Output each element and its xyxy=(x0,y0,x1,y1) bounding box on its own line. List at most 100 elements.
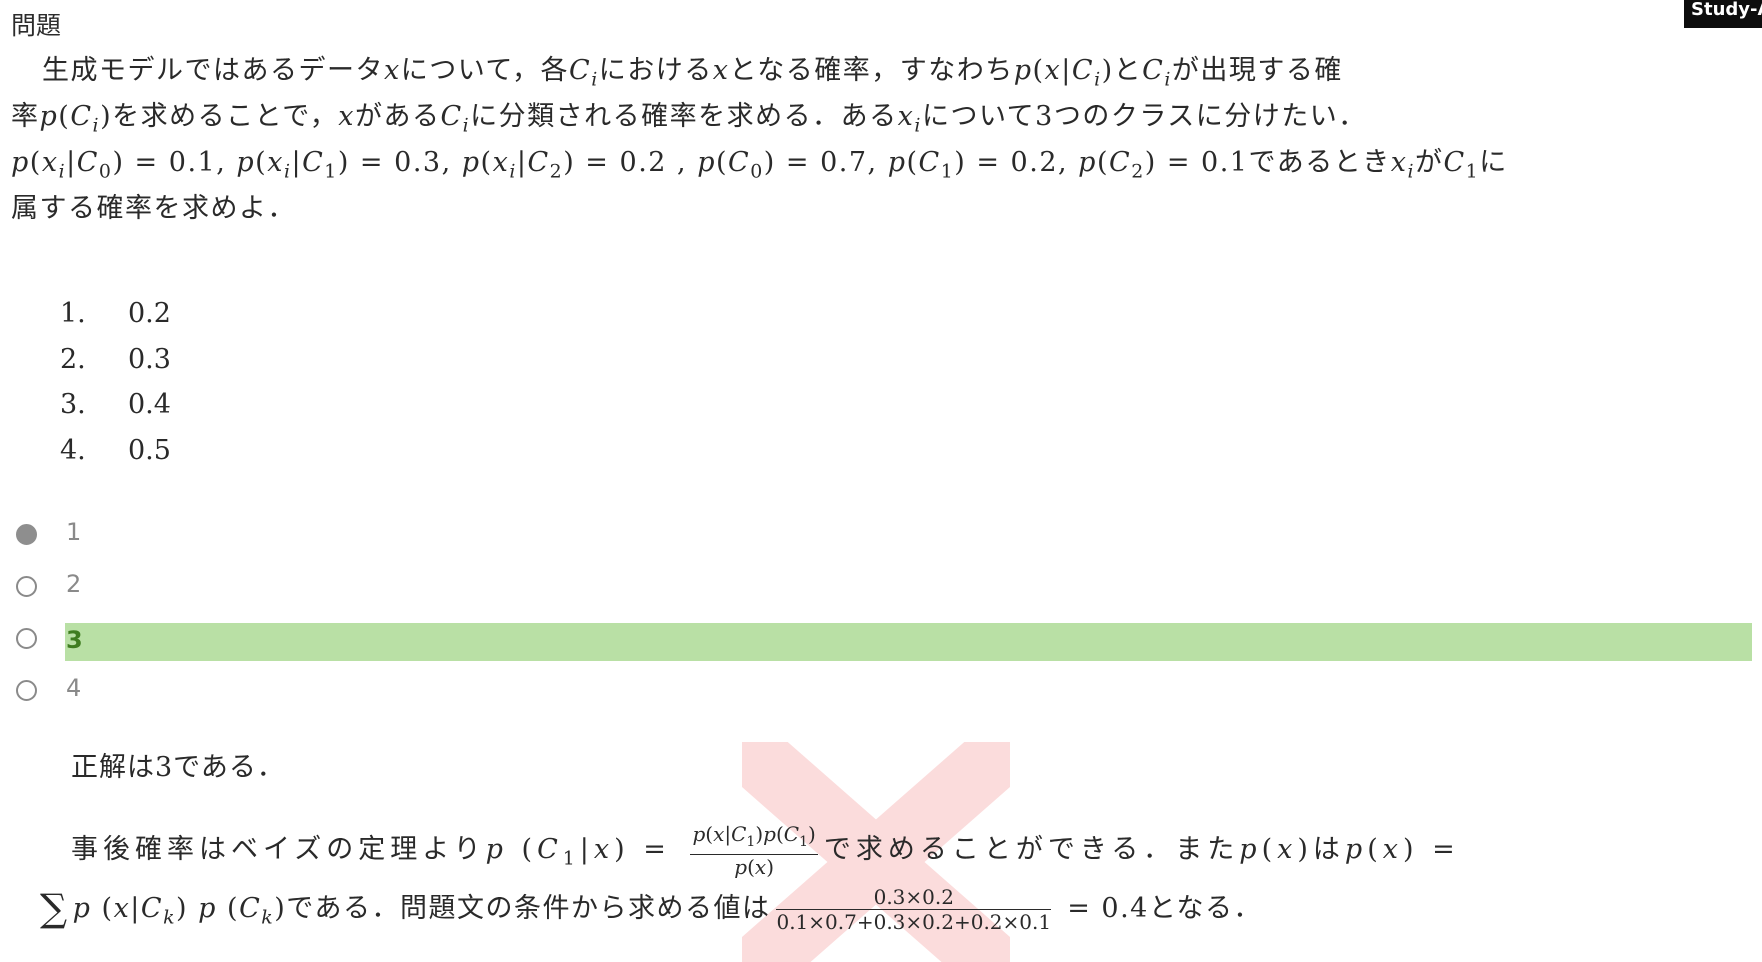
radio-button[interactable] xyxy=(16,680,37,701)
radio-button[interactable] xyxy=(16,628,37,649)
math-variable: C xyxy=(76,147,99,178)
text-run: ( xyxy=(58,101,71,132)
option-item: 2. 0.3 xyxy=(60,338,171,384)
text-run: ( xyxy=(91,893,114,924)
text-run: p (x|Ck) p (Ck)である．問題文の条件から求める値は xyxy=(73,893,771,928)
answer-choices: 1 2 3 4 xyxy=(0,510,1762,718)
math-variable: x xyxy=(492,147,510,178)
text-run: が xyxy=(1415,147,1444,178)
math-subscript: k xyxy=(261,906,275,929)
page-heading: 問題 xyxy=(11,11,62,40)
text-run: | xyxy=(1061,55,1072,86)
text-run: | xyxy=(291,147,303,178)
option-number: 3. xyxy=(60,389,86,420)
math-variable: x xyxy=(754,855,767,879)
choice-4[interactable]: 4 xyxy=(0,666,1762,718)
math-variable: p xyxy=(887,147,907,178)
text-run: 事後確率はベイズの定理よりp (C1|x) = xyxy=(71,834,685,869)
text-run: について，各 xyxy=(400,55,570,86)
math-variable: C xyxy=(783,822,800,846)
math-subscript: 2 xyxy=(549,160,564,183)
math-variable: p xyxy=(697,147,716,178)
correct-highlight xyxy=(65,623,1752,661)
text-run: ( xyxy=(255,147,268,178)
math-subscript: i xyxy=(283,160,292,183)
math-subscript: k xyxy=(163,906,177,929)
choice-3[interactable]: 3 xyxy=(0,614,1762,666)
math-variable: p xyxy=(11,147,30,178)
option-number: 2. xyxy=(60,343,86,375)
fraction-denominator: 0.1×0.7+0.3×0.2+0.2×0.1 xyxy=(776,910,1052,934)
question-text: 生成モデルではあるデータxについて，各Ciにおけるxとなる確率，すなわちp(x|… xyxy=(11,48,1506,232)
text-run: ) = 0.7, xyxy=(763,147,888,178)
math-subscript: i xyxy=(1094,68,1102,91)
math-variable: C xyxy=(728,147,751,178)
math-variable: x xyxy=(1044,55,1062,86)
fraction: 0.3×0.2 0.1×0.7+0.3×0.2+0.2×0.1 xyxy=(776,885,1052,934)
choice-label: 3 xyxy=(66,626,83,654)
choice-1[interactable]: 1 xyxy=(0,510,1762,562)
math-subscript: 1 xyxy=(562,847,580,870)
math-subscript: i xyxy=(1164,68,1172,91)
math-variable: p xyxy=(763,822,776,846)
math-variable: x xyxy=(713,822,725,846)
math-subscript: 2 xyxy=(1131,160,1145,183)
math-variable: p xyxy=(39,101,59,132)
option-value: 0.2 xyxy=(128,298,171,329)
math-variable: x xyxy=(267,147,284,178)
text-run: | xyxy=(66,147,77,178)
math-variable: x xyxy=(384,55,401,86)
math-subscript: 1 xyxy=(799,834,809,850)
text-run: について3つのクラスに分けたい． xyxy=(921,101,1367,132)
text-run: ) = xyxy=(1403,834,1460,865)
text-run: ( xyxy=(216,893,240,924)
math-variable: x xyxy=(897,101,915,132)
text-run: ( xyxy=(1032,55,1045,86)
text-run: ) = 0.1であるとき xyxy=(1144,147,1391,178)
explanation-line: 事後確率はベイズの定理よりp (C1|x) = p(x|C1)p(C1) p(x)… xyxy=(71,822,1460,882)
text-run: ) xyxy=(755,822,764,846)
text-run: 率 xyxy=(11,101,40,132)
text-run: ( xyxy=(1367,834,1383,865)
option-item: 3. 0.4 xyxy=(60,383,171,429)
math-variable: C xyxy=(731,822,747,846)
math-variable: C xyxy=(527,147,550,178)
math-variable: C xyxy=(1071,55,1095,86)
option-number: 1. xyxy=(60,298,86,329)
text-run: ) = xyxy=(614,834,685,865)
math-variable: p xyxy=(1239,834,1262,865)
text-run: ( xyxy=(906,147,919,178)
radio-button[interactable] xyxy=(16,524,37,545)
math-subscript: 0 xyxy=(750,160,764,183)
math-variable: C xyxy=(918,147,941,178)
math-subscript: i xyxy=(1407,160,1415,183)
question-line: 属する確率を求めよ． xyxy=(11,186,1481,232)
math-variable: C xyxy=(440,101,463,132)
text-run: ( xyxy=(480,147,493,178)
math-variable: p xyxy=(485,834,508,865)
math-variable: C xyxy=(70,101,93,132)
text-run: に分類される確率を求める．ある xyxy=(470,101,898,132)
math-subscript: 1 xyxy=(324,160,338,183)
text-run: = 0.4となる． xyxy=(1057,893,1263,924)
summation-symbol: ∑ xyxy=(40,886,69,930)
text-run: で求めることができる．また xyxy=(823,834,1240,865)
choice-label: 1 xyxy=(66,518,82,546)
choice-2[interactable]: 2 xyxy=(0,562,1762,614)
math-subscript: i xyxy=(591,68,599,91)
text-run: ) xyxy=(176,893,199,924)
text-run: ( xyxy=(507,834,538,865)
fraction-numerator: 0.3×0.2 xyxy=(776,885,1052,910)
text-run: ( xyxy=(705,822,714,846)
math-subscript: 0 xyxy=(98,160,113,183)
math-variable: C xyxy=(239,893,262,924)
radio-button[interactable] xyxy=(16,576,37,597)
option-item: 4. 0.5 xyxy=(60,429,171,475)
text-run: )は xyxy=(1297,834,1345,865)
text-run: ( xyxy=(1261,834,1278,865)
channel-badge: Study-AI xyxy=(1684,0,1762,28)
math-variable: C xyxy=(569,55,592,86)
option-number: 4. xyxy=(60,434,86,466)
text-run: ( xyxy=(29,147,42,178)
explanation-line: ∑ p (x|Ck) p (Ck)である．問題文の条件から求める値は 0.3×0.2… xyxy=(40,885,1262,945)
